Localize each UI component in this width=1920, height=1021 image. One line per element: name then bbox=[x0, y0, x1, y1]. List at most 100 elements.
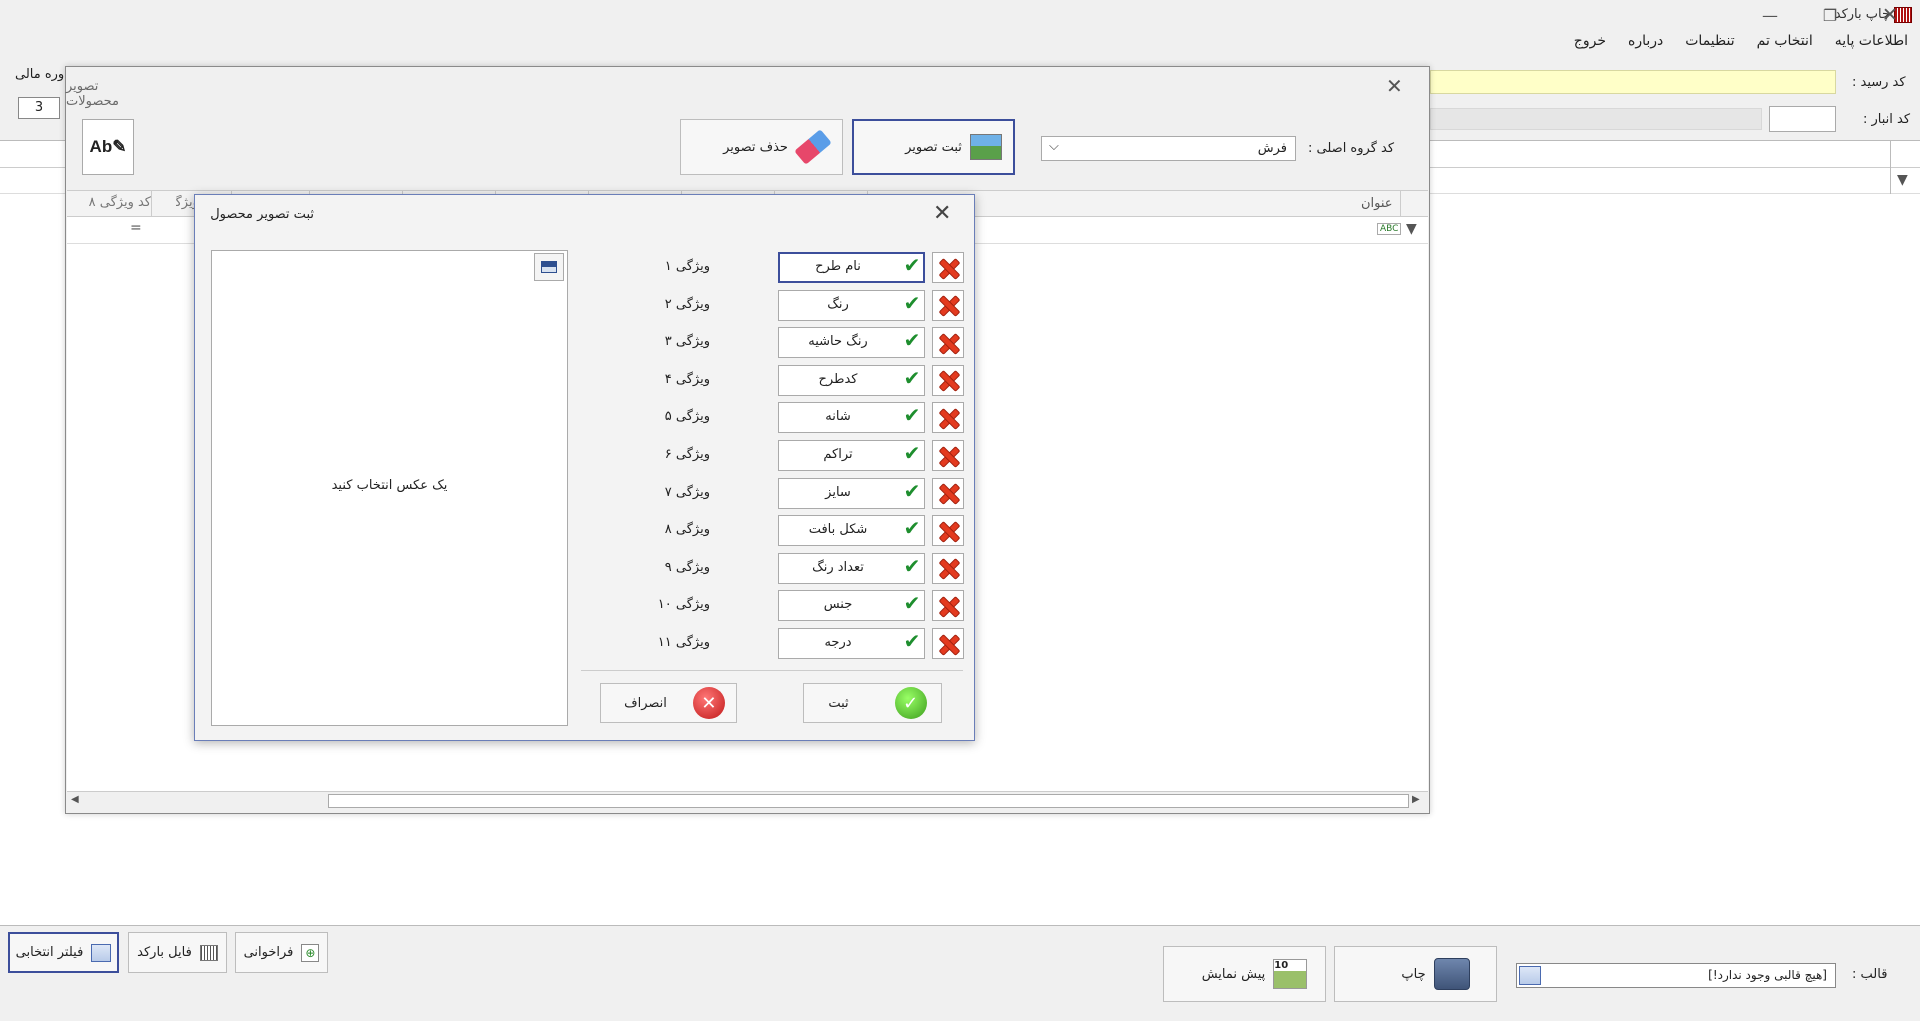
delete-feature-button[interactable] bbox=[932, 252, 964, 283]
check-icon[interactable]: ✔ bbox=[900, 328, 924, 352]
feature-value: جنس bbox=[823, 597, 853, 613]
check-icon[interactable]: ✔ bbox=[900, 366, 924, 390]
menu-exit[interactable]: خروج bbox=[1572, 33, 1608, 49]
feature-label: ویژگی ۱۱ bbox=[657, 635, 710, 650]
recall-label: فراخوانی bbox=[243, 945, 294, 960]
preview-icon: 10 bbox=[1273, 959, 1308, 989]
delete-feature-button[interactable] bbox=[932, 364, 964, 396]
scroll-left-icon[interactable]: ◀ bbox=[71, 794, 79, 805]
delete-feature-button[interactable] bbox=[932, 590, 964, 622]
check-icon[interactable]: ✔ bbox=[900, 403, 924, 427]
scrollbar-thumb[interactable] bbox=[328, 794, 1409, 808]
feature-value: درجه bbox=[824, 635, 852, 650]
filter-icon[interactable]: ▼ bbox=[1897, 172, 1908, 188]
menu-settings[interactable]: تنظیمات bbox=[1683, 33, 1736, 49]
equals-filter-icon[interactable]: = bbox=[130, 220, 142, 236]
spell-check-button[interactable]: Ab✎ bbox=[82, 119, 134, 175]
filter-icon[interactable]: ▼ bbox=[1406, 221, 1417, 237]
title-bar bbox=[0, 0, 1920, 32]
feature-value: کدطرح bbox=[818, 371, 858, 387]
delete-feature-button[interactable] bbox=[932, 515, 964, 547]
scroll-right-icon[interactable]: ▶ bbox=[1412, 794, 1420, 805]
feature-value: شانه bbox=[825, 409, 851, 425]
check-icon[interactable]: ✔ bbox=[900, 591, 924, 615]
receipt-input[interactable] bbox=[1430, 70, 1836, 94]
delete-image-label: حذف تصویر bbox=[723, 139, 788, 155]
check-icon[interactable]: ✔ bbox=[900, 554, 924, 578]
feature-label: ویژگی ۶ bbox=[664, 447, 710, 462]
delete-image-button[interactable]: حذف تصویر bbox=[680, 119, 843, 175]
ok-button[interactable]: ثبت ✓ bbox=[803, 683, 942, 723]
delete-feature-button[interactable] bbox=[932, 440, 964, 471]
cancel-button[interactable]: انصراف ✕ bbox=[600, 683, 737, 723]
main-group-label: کد گروه اصلی : bbox=[1308, 141, 1395, 156]
check-icon[interactable]: ✔ bbox=[900, 253, 924, 277]
print-button[interactable]: چاپ bbox=[1334, 946, 1497, 1002]
dialog-title: ثبت تصویر محصول bbox=[210, 207, 314, 222]
feature-label: ویژگی ۳ bbox=[664, 334, 710, 350]
list-icon bbox=[91, 943, 112, 962]
eraser-icon bbox=[794, 129, 832, 165]
image-icon bbox=[969, 134, 1002, 160]
preview-button[interactable]: پیش نمایش 10 bbox=[1163, 946, 1326, 1002]
close-icon[interactable]: ✕ bbox=[1386, 74, 1403, 98]
barcode-file-button[interactable]: فایل بارکد bbox=[128, 932, 227, 973]
menu-base-info[interactable]: اطلاعات پایه bbox=[1833, 33, 1910, 49]
close-icon[interactable]: ✕ bbox=[933, 201, 951, 226]
delete-feature-button[interactable] bbox=[932, 552, 964, 584]
template-select[interactable]: [هیچ قالبی وجود ندارد!] bbox=[1516, 963, 1836, 988]
delete-feature-button[interactable] bbox=[932, 327, 964, 359]
check-icon[interactable]: ✔ bbox=[900, 441, 924, 465]
delete-icon bbox=[937, 595, 959, 617]
feature-value: رنگ bbox=[827, 296, 849, 312]
delete-icon bbox=[937, 407, 959, 429]
selected-filter-button[interactable]: فیلتر انتخابی bbox=[8, 932, 119, 973]
template-label: قالب : bbox=[1852, 967, 1888, 982]
product-image-dialog: ثبت تصویر محصول ✕ یک عکس انتخاب کنید انص… bbox=[194, 194, 975, 741]
warehouse-name-field bbox=[1430, 108, 1762, 130]
feature-value: نام طرح bbox=[815, 259, 861, 274]
delete-feature-button[interactable] bbox=[932, 289, 964, 321]
main-group-select[interactable]: فرش bbox=[1041, 136, 1296, 161]
feature-value: رنگ حاشیه bbox=[808, 334, 868, 350]
list-icon[interactable] bbox=[1519, 966, 1541, 985]
selected-filter-label: فیلتر انتخابی bbox=[15, 945, 84, 960]
save-image-button[interactable]: ثبت تصویر bbox=[852, 119, 1015, 175]
warehouse-label: کد انبار : bbox=[1863, 112, 1911, 127]
warehouse-code-input[interactable] bbox=[1769, 106, 1836, 132]
period-label: دوره مالی bbox=[14, 67, 70, 82]
minimize-button[interactable]: — bbox=[1745, 0, 1795, 30]
column-header-title[interactable]: عنوان bbox=[1361, 196, 1393, 211]
check-icon[interactable]: ✔ bbox=[900, 479, 924, 503]
delete-feature-button[interactable] bbox=[932, 477, 964, 509]
feature-label: ویژگی ۷ bbox=[664, 484, 710, 500]
period-input[interactable]: 3 bbox=[18, 97, 60, 119]
recall-button[interactable]: فراخوانی ⊕ bbox=[235, 932, 328, 973]
delete-icon bbox=[937, 445, 959, 467]
text-filter-icon[interactable]: ABC bbox=[1377, 223, 1402, 235]
column-header-feature8[interactable]: کد ویژگی ۸ bbox=[78, 195, 151, 210]
delete-icon bbox=[937, 369, 959, 391]
browse-image-button[interactable] bbox=[534, 253, 564, 281]
check-icon[interactable]: ✔ bbox=[900, 291, 924, 315]
delete-feature-button[interactable] bbox=[932, 628, 964, 659]
picture-icon bbox=[541, 261, 557, 273]
check-icon[interactable]: ✔ bbox=[900, 629, 924, 653]
check-icon[interactable]: ✔ bbox=[900, 516, 924, 540]
restore-button[interactable]: ❐ bbox=[1805, 0, 1855, 30]
menu-theme[interactable]: انتخاب تم bbox=[1755, 33, 1815, 49]
menu-bar: اطلاعات پایه انتخاب تم تنظیمات درباره خر… bbox=[1572, 33, 1910, 49]
close-button[interactable]: ✕ bbox=[1865, 0, 1915, 30]
column-separator bbox=[151, 190, 152, 217]
feature-label: ویژگی ۴ bbox=[664, 371, 710, 387]
printer-icon bbox=[1433, 958, 1470, 990]
main-grid-separator bbox=[1890, 140, 1891, 194]
feature-label: ویژگی ۸ bbox=[664, 522, 710, 538]
feature-label: ویژگی ۱ bbox=[664, 259, 710, 274]
delete-feature-button[interactable] bbox=[932, 402, 964, 434]
column-separator bbox=[1400, 190, 1401, 217]
ok-label: ثبت bbox=[828, 695, 849, 711]
chevron-down-icon[interactable]: ⌵ bbox=[1049, 139, 1059, 154]
feature-label: ویژگی ۹ bbox=[664, 559, 710, 575]
menu-about[interactable]: درباره bbox=[1626, 33, 1665, 49]
